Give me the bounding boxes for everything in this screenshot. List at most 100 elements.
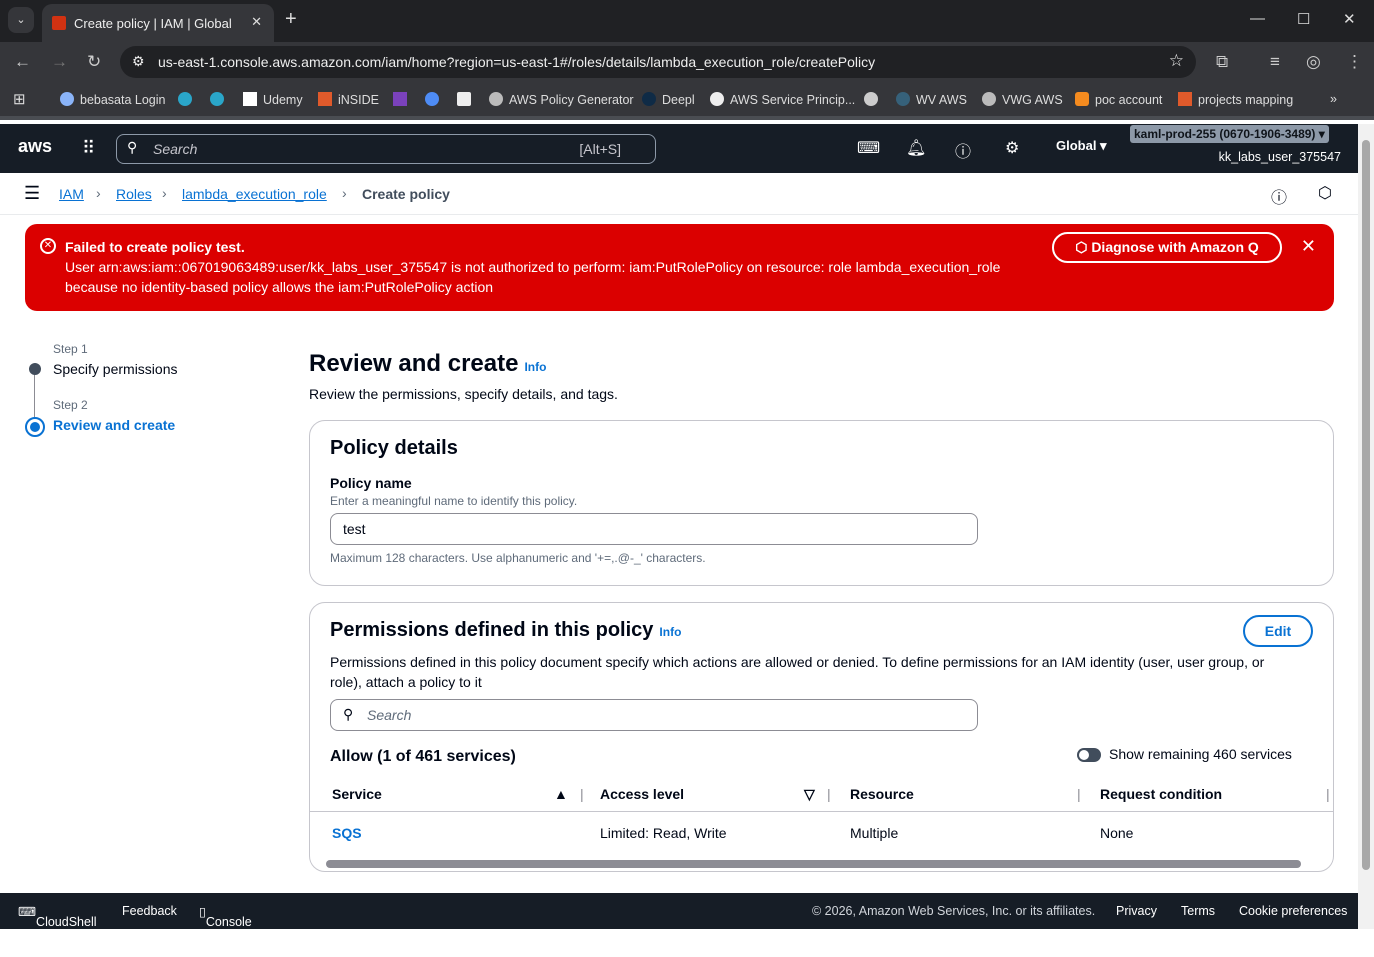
bookmark[interactable]: iNSIDE — [318, 92, 379, 107]
bookmark[interactable]: bebasata Login — [60, 92, 166, 107]
bookmark-icon[interactable] — [864, 92, 884, 107]
help-icon[interactable]: ⓘ — [955, 138, 971, 162]
column-header-request-condition[interactable]: Request condition — [1100, 786, 1222, 802]
amazon-q-icon[interactable]: ⬡ — [1318, 183, 1332, 203]
cloudshell-link[interactable]: ⌨ CloudShell — [18, 904, 97, 929]
error-icon: ✕ — [40, 238, 56, 254]
reload-icon[interactable]: ↻ — [87, 52, 101, 72]
profile-icon[interactable]: ◎ — [1306, 52, 1321, 72]
error-message: User arn:aws:iam::067019063489:user/kk_l… — [65, 259, 1001, 295]
bookmark-star-icon[interactable]: ☆ — [1169, 51, 1184, 71]
permissions-panel: Permissions defined in this policy Info E… — [309, 602, 1334, 872]
field-description: Enter a meaningful name to identify this… — [330, 494, 578, 508]
sort-ascending-icon[interactable]: ▲ — [554, 786, 568, 802]
bookmark[interactable]: Deepl — [642, 92, 695, 107]
aws-top-nav: aws ⠿ ⚲ Search [Alt+S] ⌨ 🔔︎ ⓘ ⚙ Global ▾ k… — [0, 124, 1358, 173]
bookmark[interactable]: projects mapping — [1178, 92, 1293, 107]
edit-button[interactable]: Edit — [1243, 615, 1313, 647]
search-icon: ⚲ — [343, 706, 354, 722]
tab-title: Create policy | IAM | Global — [74, 16, 232, 31]
terms-link[interactable]: Terms — [1181, 904, 1215, 918]
address-bar[interactable]: ⚙ us-east-1.console.aws.amazon.com/iam/ho… — [120, 46, 1196, 78]
hamburger-menu-icon[interactable]: ☰ — [24, 183, 40, 204]
panel-title: Policy details — [330, 437, 458, 459]
vertical-scrollbar[interactable] — [1358, 124, 1374, 929]
search-icon: ⚲ — [127, 139, 138, 155]
diagnose-button[interactable]: ⬡ Diagnose with Amazon Q — [1052, 232, 1282, 263]
minimize-button[interactable]: — — [1250, 10, 1265, 27]
user-name: kk_labs_user_375547 — [1218, 150, 1341, 164]
browser-tab[interactable]: Create policy | IAM | Global ✕ — [42, 4, 274, 42]
feedback-link[interactable]: Feedback — [122, 904, 177, 918]
privacy-link[interactable]: Privacy — [1116, 904, 1157, 918]
step-number: Step 1 — [53, 342, 88, 356]
region-selector[interactable]: Global ▾ — [1056, 138, 1107, 154]
close-tab-icon[interactable]: ✕ — [251, 14, 262, 30]
url-text: us-east-1.console.aws.amazon.com/iam/hom… — [158, 54, 876, 70]
bookmark-icon[interactable] — [178, 92, 198, 107]
info-link[interactable]: Info — [659, 625, 681, 639]
bookmark[interactable]: Udemy — [243, 92, 303, 107]
media-icon[interactable]: ≡ — [1270, 52, 1280, 72]
aws-favicon-icon — [52, 16, 66, 30]
bookmark[interactable]: VWG AWS — [982, 92, 1063, 107]
column-header-service[interactable]: Service — [332, 786, 382, 802]
policy-details-panel: Policy details Policy name Enter a meani… — [309, 420, 1334, 586]
apps-icon[interactable]: ⊞ — [13, 90, 26, 108]
horizontal-scrollbar[interactable] — [326, 860, 1301, 868]
account-menu[interactable]: kaml-prod-255 (0670-1906-3489) ▾ — [1130, 125, 1329, 143]
new-tab-button[interactable]: + — [285, 8, 297, 31]
site-info-icon[interactable]: ⚙ — [132, 53, 145, 70]
info-panel-icon[interactable]: ⓘ — [1271, 184, 1287, 208]
menu-icon[interactable]: ⋮ — [1346, 52, 1363, 72]
close-window-button[interactable]: ✕ — [1343, 10, 1356, 28]
bookmarks-bar: ⊞ bebasata Login Udemy iNSIDE AWS Policy… — [0, 82, 1374, 120]
error-flash: ✕ Failed to create policy test. User arn… — [25, 224, 1334, 311]
search-shortcut: [Alt+S] — [579, 141, 621, 157]
mobile-app-link[interactable]: ▯ Console Mobile App — [199, 904, 252, 957]
bookmark-icon[interactable] — [393, 92, 413, 107]
bookmark-icon[interactable] — [457, 92, 477, 107]
info-link[interactable]: Info — [524, 360, 546, 374]
policy-name-input[interactable]: test — [330, 513, 978, 545]
browser-toolbar: ← → ↻ ⚙ us-east-1.console.aws.amazon.com/… — [0, 42, 1374, 82]
breadcrumb-iam[interactable]: IAM — [59, 186, 84, 202]
tab-search-button[interactable]: ⌄ — [8, 7, 34, 33]
copyright: © 2026, Amazon Web Services, Inc. or its… — [812, 904, 1096, 918]
more-bookmarks-icon[interactable]: » — [1330, 92, 1337, 106]
breadcrumb-roles[interactable]: Roles — [116, 186, 152, 202]
panel-description: Permissions defined in this policy docum… — [330, 654, 1265, 690]
cloudshell-icon[interactable]: ⌨ — [857, 138, 880, 158]
column-header-access-level[interactable]: Access level — [600, 786, 684, 802]
cookie-preferences-link[interactable]: Cookie preferences — [1239, 904, 1347, 918]
bookmark[interactable]: poc account — [1075, 92, 1162, 107]
extensions-icon[interactable]: ⧉ — [1216, 52, 1228, 72]
column-header-resource[interactable]: Resource — [850, 786, 914, 802]
aws-search-input[interactable]: ⚲ Search [Alt+S] — [116, 134, 656, 164]
bookmark-icon[interactable] — [210, 92, 230, 107]
table-cell: Multiple — [850, 825, 899, 841]
bookmark-icon[interactable] — [425, 92, 445, 107]
bookmark[interactable]: AWS Service Princip... — [710, 92, 855, 107]
notifications-icon[interactable]: 🔔︎ — [906, 138, 926, 158]
service-link-sqs[interactable]: SQS — [332, 825, 362, 841]
toggle-label: Show remaining 460 services — [1109, 746, 1292, 762]
settings-icon[interactable]: ⚙ — [1005, 138, 1019, 158]
aws-logo[interactable]: aws — [18, 136, 52, 157]
breadcrumb-role[interactable]: lambda_execution_role — [182, 186, 327, 202]
maximize-button[interactable]: ☐ — [1297, 10, 1310, 28]
permissions-search-input[interactable]: ⚲ Search — [330, 699, 978, 731]
step-number: Step 2 — [53, 398, 88, 412]
browser-tab-bar: ⌄ Create policy | IAM | Global ✕ + — ☐ ✕ — [0, 0, 1374, 42]
sort-icon[interactable]: ▽ — [804, 786, 815, 803]
field-constraint: Maximum 128 characters. Use alphanumeric… — [330, 551, 706, 565]
bookmark[interactable]: WV AWS — [896, 92, 967, 107]
bookmark[interactable]: AWS Policy Generator — [489, 92, 634, 107]
services-menu-icon[interactable]: ⠿ — [82, 138, 95, 159]
back-icon[interactable]: ← — [14, 52, 31, 72]
step-1-link[interactable]: Specify permissions — [53, 361, 178, 377]
forward-icon[interactable]: → — [51, 52, 68, 72]
dismiss-icon[interactable]: ✕ — [1301, 236, 1316, 256]
show-remaining-toggle[interactable] — [1077, 748, 1101, 762]
page-subtitle: Review the permissions, specify details,… — [309, 386, 618, 402]
